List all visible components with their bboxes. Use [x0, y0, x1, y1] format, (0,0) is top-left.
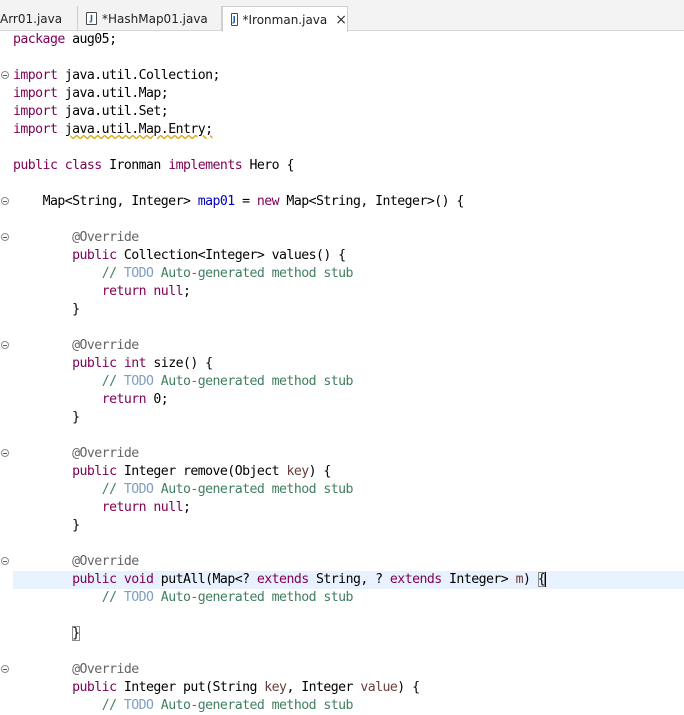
code-line: public int size() { — [72, 356, 213, 371]
fold-collapse-icon[interactable] — [1, 233, 9, 241]
code-line: } — [72, 302, 80, 317]
fold-collapse-icon[interactable] — [1, 665, 9, 673]
code-line: return null; — [101, 284, 191, 299]
fold-collapse-icon[interactable] — [1, 197, 9, 205]
java-file-icon: J — [86, 12, 97, 25]
tab-hashmap01[interactable]: J *HashMap01.java — [78, 6, 222, 31]
code-line: @Override — [72, 662, 139, 677]
code-line: public class Ironman implements Hero { — [13, 158, 294, 173]
code-line: Map<String, Integer> map01 = new Map<Str… — [42, 194, 465, 209]
fold-collapse-icon[interactable] — [1, 557, 9, 565]
close-icon[interactable]: × — [335, 13, 347, 27]
code-line: // TODO Auto-generated method stub — [101, 482, 354, 497]
tab-label: *Ironman.java — [242, 12, 328, 27]
code-line: @Override — [72, 338, 139, 353]
code-line: // TODO Auto-generated method stub — [101, 266, 354, 281]
fold-collapse-icon[interactable] — [1, 341, 9, 349]
fold-collapse-icon[interactable] — [1, 449, 9, 457]
java-file-icon: J — [231, 13, 238, 26]
editor-tab-bar: Arr01.java J *HashMap01.java J *Ironman.… — [0, 0, 684, 32]
code-line: // TODO Auto-generated method stub — [101, 374, 354, 389]
folding-ruler — [0, 31, 12, 709]
text-cursor — [545, 572, 547, 587]
tab-arr01[interactable]: Arr01.java — [0, 6, 78, 31]
tab-label: *HashMap01.java — [102, 11, 208, 26]
tab-label: Arr01.java — [0, 11, 63, 26]
unused-import-warning: java.util.Map.Entry; — [64, 122, 213, 137]
code-line: public Integer remove(Object key) { — [72, 464, 331, 479]
code-line: @Override — [72, 446, 139, 461]
code-line: } — [72, 518, 80, 533]
code-line: @Override — [72, 230, 139, 245]
tab-ironman[interactable]: J *Ironman.java × — [222, 6, 348, 32]
code-line: import java.util.Collection; — [13, 68, 220, 83]
code-line: // TODO Auto-generated method stub — [101, 698, 354, 713]
code-line: @Override — [72, 554, 139, 569]
code-line: public Integer put(String key, Integer v… — [72, 680, 420, 695]
code-line: package aug05; — [13, 32, 117, 47]
current-code-line: public void putAll(Map<? extends String,… — [13, 571, 684, 589]
matched-brace: } — [72, 626, 80, 641]
code-line: public Collection<Integer> values() { — [72, 248, 346, 263]
code-line: } — [13, 625, 684, 643]
fold-collapse-icon[interactable] — [1, 71, 9, 79]
code-line: import java.util.Map.Entry; — [13, 122, 213, 137]
code-line: return 0; — [101, 392, 169, 407]
code-line: // TODO Auto-generated method stub — [101, 590, 354, 605]
code-line: import java.util.Map; — [13, 86, 169, 101]
code-line: return null; — [101, 500, 191, 515]
code-editor[interactable]: package aug05; import java.util.Collecti… — [0, 31, 684, 713]
code-line: } — [72, 410, 80, 425]
code-line: import java.util.Set; — [13, 104, 169, 119]
